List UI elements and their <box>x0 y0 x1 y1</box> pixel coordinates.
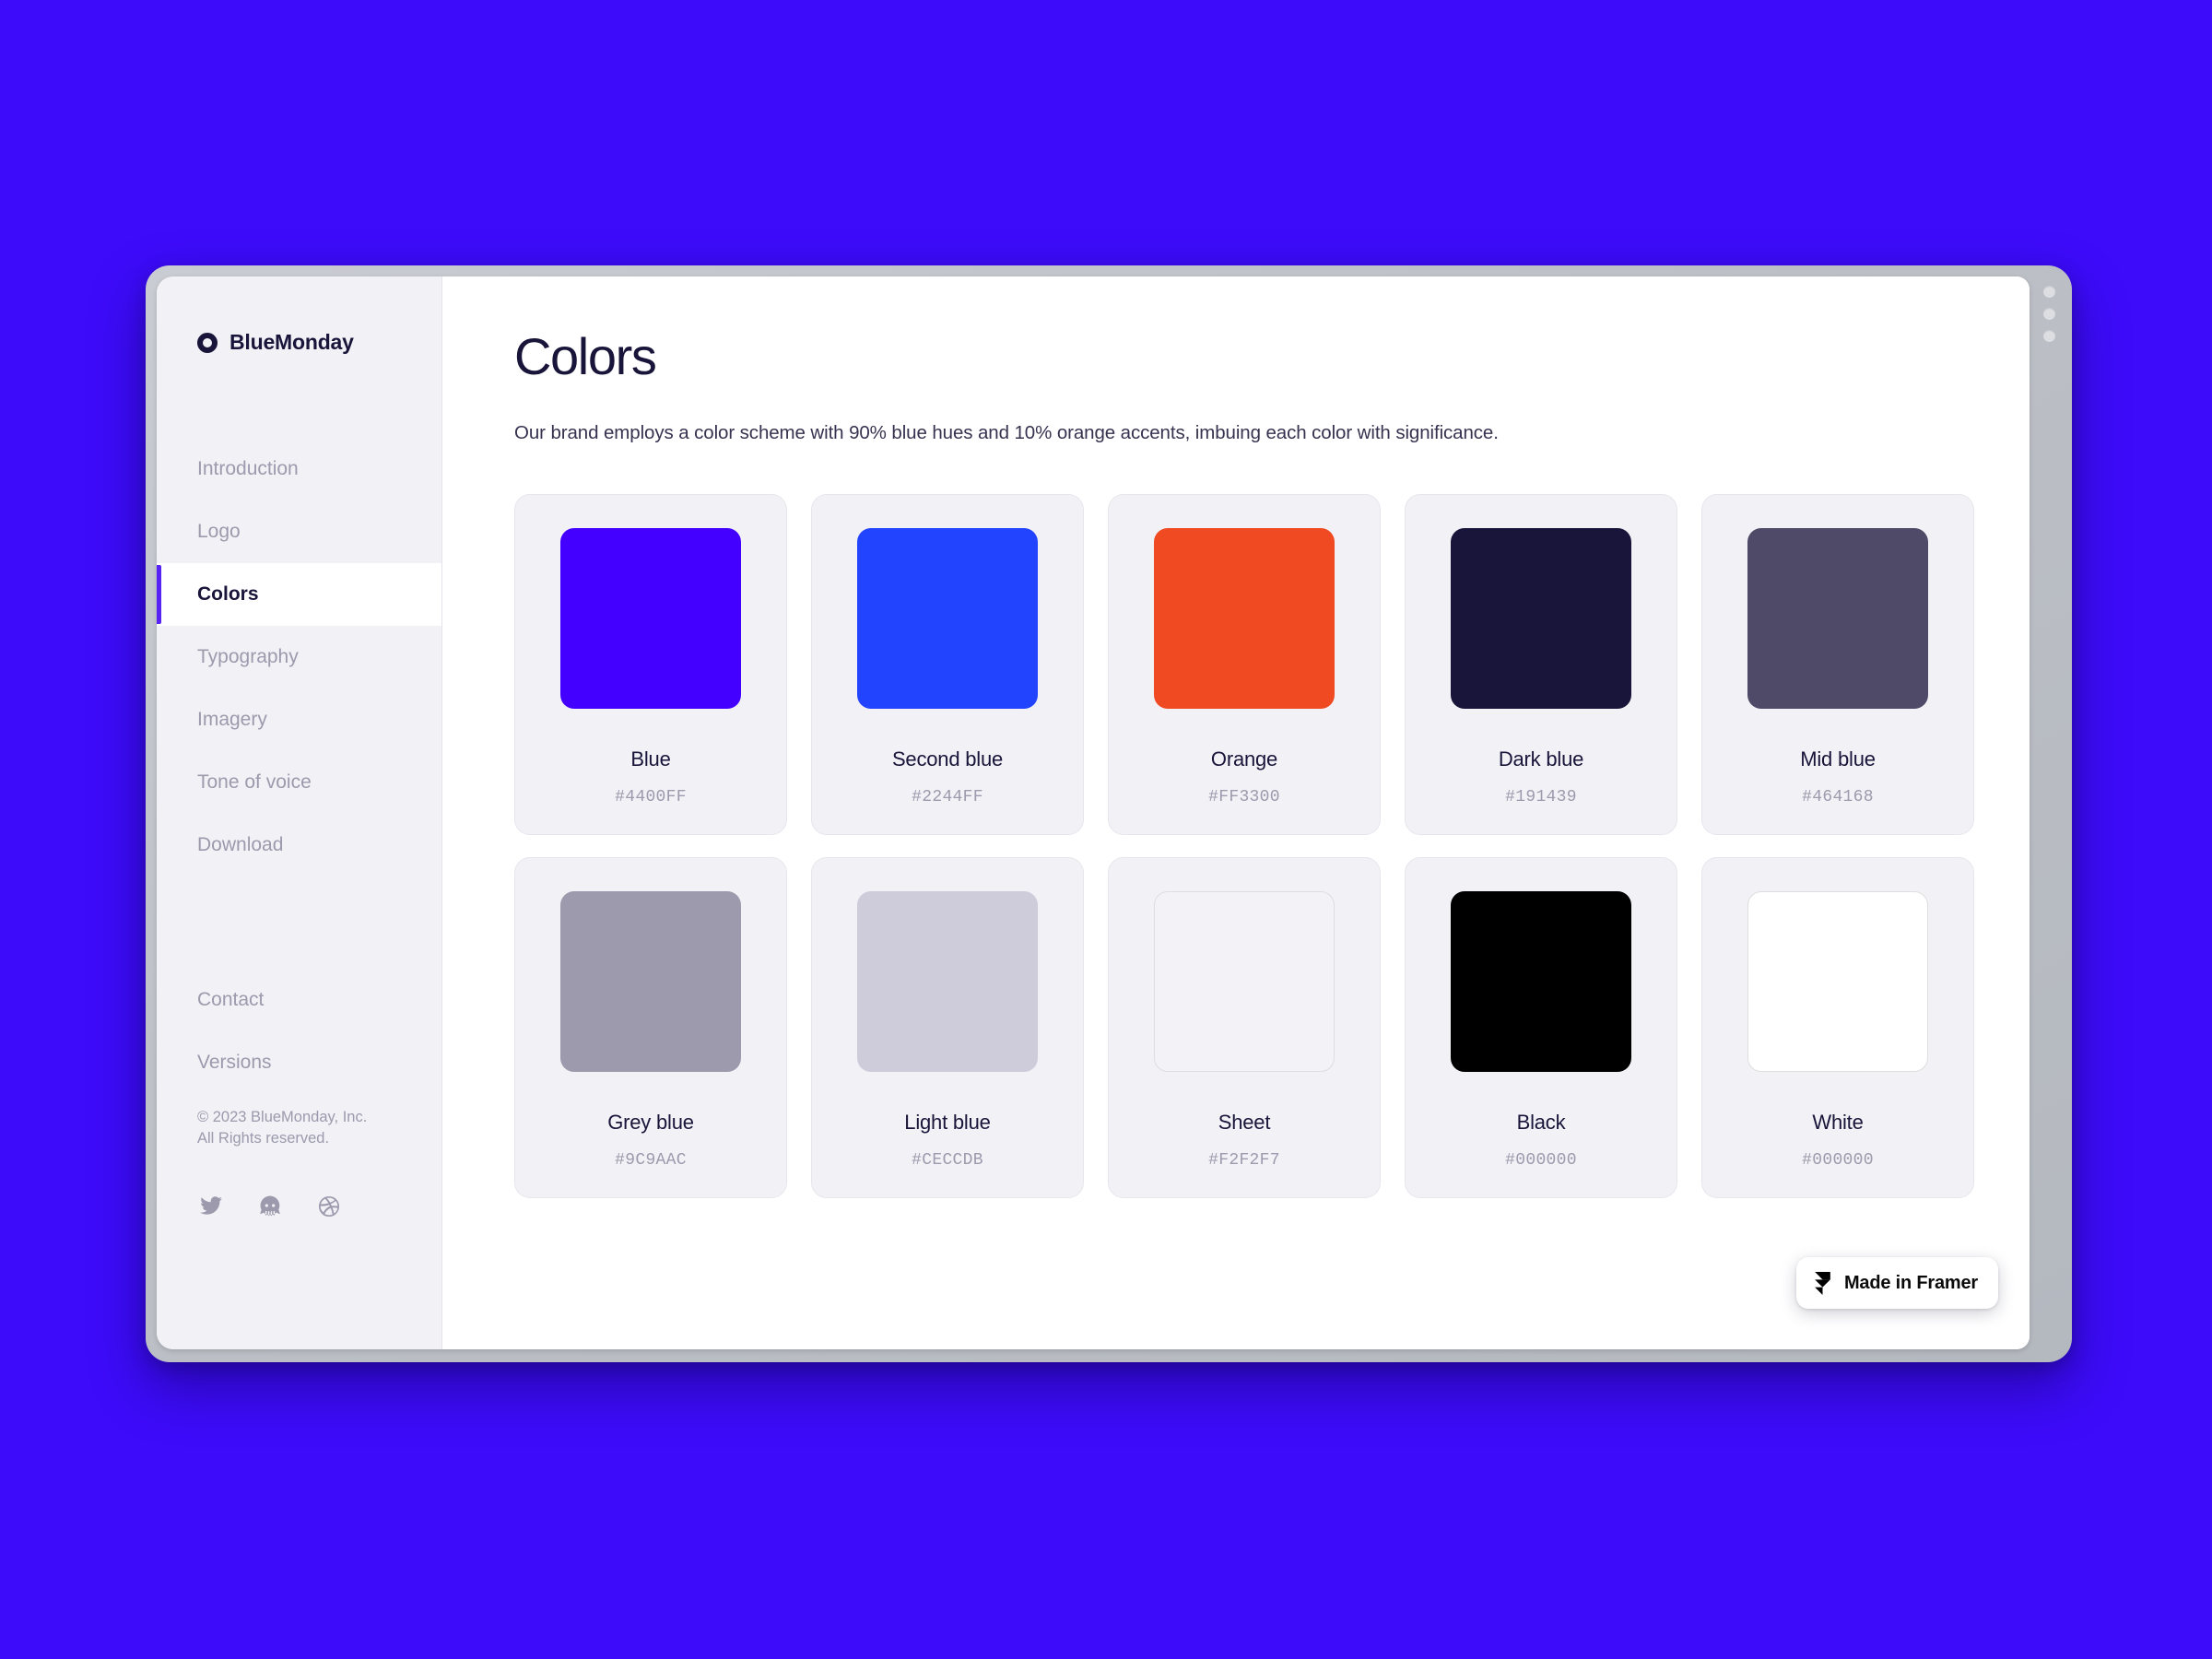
sidebar-item-typography[interactable]: Typography <box>157 626 441 688</box>
sidebar: BlueMonday Introduction Logo Colors Typo… <box>157 276 442 1349</box>
sidebar-item-colors[interactable]: Colors <box>157 563 441 626</box>
badge-label: Made in Framer <box>1843 1272 1978 1293</box>
browser-window-frame: BlueMonday Introduction Logo Colors Typo… <box>146 265 2072 1362</box>
framer-logo-icon <box>1815 1271 1830 1295</box>
sidebar-item-logo[interactable]: Logo <box>157 500 441 563</box>
color-name: White <box>1812 1110 1864 1134</box>
color-swatch <box>857 890 1038 1072</box>
color-hex: #4400FF <box>615 787 687 806</box>
sidebar-item-label: Typography <box>197 646 299 667</box>
sidebar-item-contact[interactable]: Contact <box>157 969 441 1031</box>
dribbble-icon[interactable] <box>317 1194 341 1218</box>
color-swatch <box>560 527 741 709</box>
sidebar-item-imagery[interactable]: Imagery <box>157 688 441 751</box>
ring-logo-icon <box>197 332 218 353</box>
color-hex: #F2F2F7 <box>1208 1150 1280 1170</box>
color-card[interactable]: Light blue #CECCDB <box>811 856 1084 1198</box>
color-card[interactable]: Second blue #2244FF <box>811 493 1084 835</box>
sidebar-item-label: Download <box>197 834 284 855</box>
sidebar-item-tone-of-voice[interactable]: Tone of voice <box>157 751 441 814</box>
sidebar-footer: Contact Versions © 2023 BlueMonday, Inc.… <box>157 969 441 1255</box>
color-card[interactable]: Blue #4400FF <box>514 493 787 835</box>
color-swatch <box>1451 890 1631 1072</box>
brand-name: BlueMonday <box>229 330 354 354</box>
color-name: Dark blue <box>1498 747 1584 771</box>
color-card[interactable]: White #000000 <box>1701 856 1974 1198</box>
github-icon[interactable] <box>258 1194 282 1218</box>
color-name: Orange <box>1210 747 1278 771</box>
color-name: Black <box>1516 1110 1566 1134</box>
color-card[interactable]: Grey blue #9C9AAC <box>514 856 787 1198</box>
color-card[interactable]: Mid blue #464168 <box>1701 493 1974 835</box>
window-dot-2[interactable] <box>2042 308 2055 320</box>
primary-nav: Introduction Logo Colors Typography Imag… <box>157 438 441 877</box>
color-hex: #000000 <box>1802 1150 1874 1170</box>
color-hex: #9C9AAC <box>615 1150 687 1170</box>
color-swatch <box>560 890 741 1072</box>
color-hex: #FF3300 <box>1208 787 1280 806</box>
sidebar-item-versions[interactable]: Versions <box>157 1031 441 1094</box>
main-content: Colors Our brand employs a color scheme … <box>442 276 2030 1349</box>
copyright: © 2023 BlueMonday, Inc. All Rights reser… <box>157 1094 441 1150</box>
color-swatch <box>1154 527 1335 709</box>
sidebar-item-label: Versions <box>197 1052 272 1073</box>
color-hex: #2244FF <box>912 787 983 806</box>
color-swatch <box>1747 527 1928 709</box>
color-name: Mid blue <box>1800 747 1876 771</box>
color-grid: Blue #4400FF Second blue #2244FF Orange … <box>514 493 1974 1198</box>
color-name: Second blue <box>891 747 1004 771</box>
twitter-icon[interactable] <box>199 1194 223 1218</box>
page-viewport: BlueMonday Introduction Logo Colors Typo… <box>157 276 2030 1349</box>
color-swatch <box>1747 890 1928 1072</box>
color-hex: #191439 <box>1505 787 1577 806</box>
color-card[interactable]: Black #000000 <box>1405 856 1677 1198</box>
color-name: Sheet <box>1218 1110 1271 1134</box>
color-swatch <box>857 527 1038 709</box>
color-swatch <box>1451 527 1631 709</box>
page-description: Our brand employs a color scheme with 90… <box>514 421 1499 443</box>
color-card[interactable]: Orange #FF3300 <box>1108 493 1381 835</box>
color-swatch <box>1154 890 1335 1072</box>
sidebar-item-label: Contact <box>197 989 265 1010</box>
color-hex: #464168 <box>1802 787 1874 806</box>
sidebar-item-introduction[interactable]: Introduction <box>157 438 441 500</box>
color-name: Blue <box>630 747 671 771</box>
sidebar-item-label: Colors <box>197 583 259 605</box>
copyright-line-1: © 2023 BlueMonday, Inc. <box>197 1109 368 1125</box>
color-card[interactable]: Sheet #F2F2F7 <box>1108 856 1381 1198</box>
sidebar-item-download[interactable]: Download <box>157 814 441 877</box>
window-dot-3[interactable] <box>2042 330 2055 342</box>
color-hex: #CECCDB <box>912 1150 983 1170</box>
window-dot-1[interactable] <box>2042 286 2055 298</box>
window-controls[interactable] <box>2039 286 2059 342</box>
made-in-framer-badge[interactable]: Made in Framer <box>1795 1257 1998 1309</box>
color-card[interactable]: Dark blue #191439 <box>1405 493 1677 835</box>
sidebar-item-label: Logo <box>197 521 241 542</box>
page-title: Colors <box>514 327 657 385</box>
social-links <box>157 1150 441 1218</box>
color-name: Light blue <box>904 1110 991 1134</box>
color-hex: #000000 <box>1505 1150 1577 1170</box>
sidebar-item-label: Introduction <box>197 458 299 479</box>
color-name: Grey blue <box>607 1110 694 1134</box>
copyright-line-2: All Rights reserved. <box>197 1130 330 1147</box>
sidebar-item-label: Tone of voice <box>197 771 312 793</box>
sidebar-item-label: Imagery <box>197 709 267 730</box>
brand-logo[interactable]: BlueMonday <box>157 276 441 355</box>
